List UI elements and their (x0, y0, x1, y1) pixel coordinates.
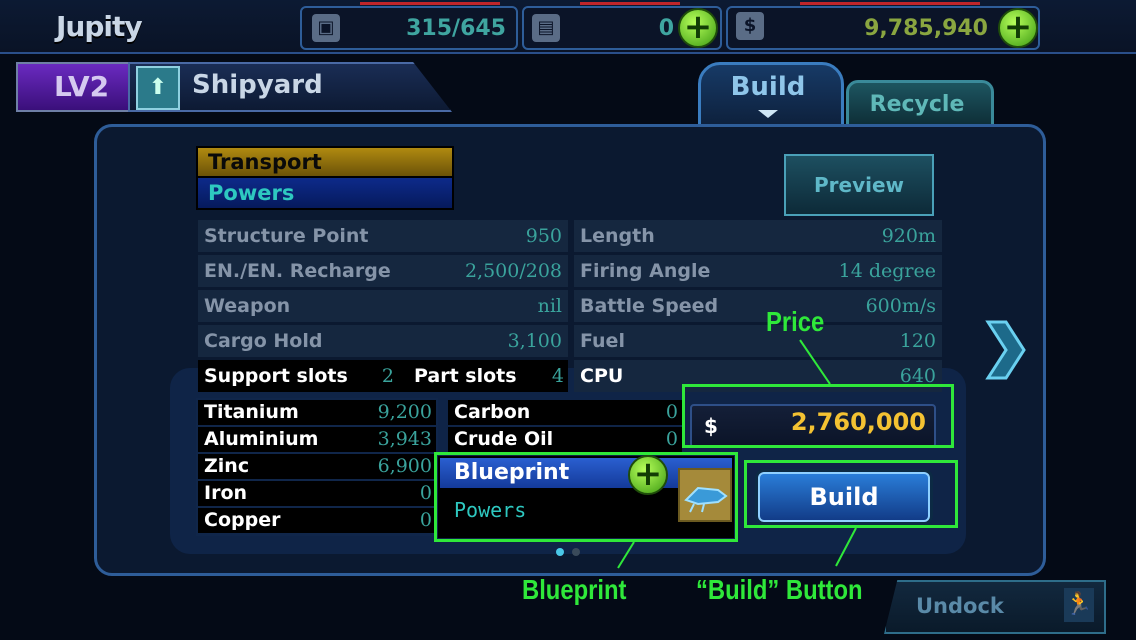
running-man-icon: 🏃 (1064, 588, 1094, 622)
undock-label: Undock (916, 594, 1004, 618)
callout-blueprint: Blueprint (522, 574, 627, 605)
callout-build: “Build” Button (696, 574, 863, 605)
callout-price: Price (766, 306, 825, 337)
callout-lines (617, 339, 857, 569)
